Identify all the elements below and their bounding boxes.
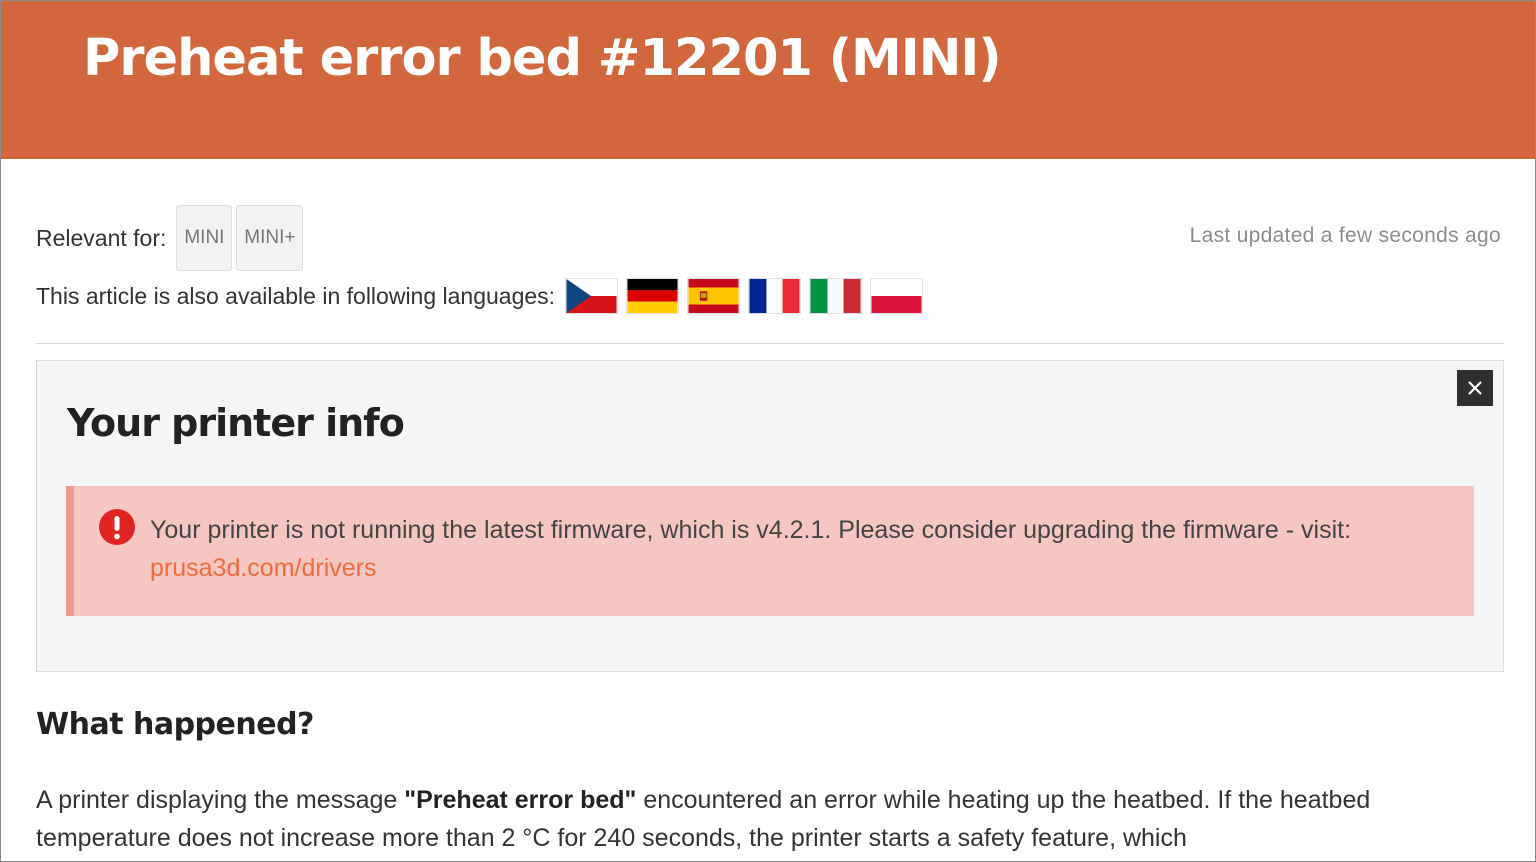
close-button[interactable] — [1457, 370, 1493, 406]
page-header: Preheat error bed #12201 (MINI) — [1, 1, 1535, 159]
it-flag-icon[interactable] — [809, 278, 863, 314]
page-frame: Preheat error bed #12201 (MINI) Relevant… — [0, 0, 1536, 862]
what-happened-heading: What happened? — [36, 707, 314, 742]
printer-info-box: Your printer info Your printer is not ru… — [36, 360, 1504, 672]
languages-row: This article is also available in follow… — [36, 277, 931, 315]
languages-label: This article is also available in follow… — [36, 282, 556, 309]
cz-flag-icon[interactable] — [565, 278, 619, 314]
page-title: Preheat error bed #12201 (MINI) — [83, 29, 1002, 88]
drivers-link[interactable]: prusa3d.com/drivers — [150, 554, 376, 582]
paragraph-bold-text: "Preheat error bed" — [404, 786, 637, 814]
firmware-alert: Your printer is not running the latest f… — [66, 486, 1474, 616]
paragraph-text-before: A printer displaying the message — [36, 786, 405, 814]
fr-flag-icon[interactable] — [748, 278, 802, 314]
close-icon — [1468, 381, 1482, 395]
exclamation-icon — [99, 509, 135, 545]
what-happened-paragraph: A printer displaying the message "Prehea… — [36, 781, 1506, 857]
alert-message: Your printer is not running the latest f… — [150, 511, 1450, 587]
relevant-for-row: Relevant for: MINI MINI+ — [36, 205, 307, 271]
de-flag-icon[interactable] — [626, 278, 680, 314]
alert-text: Your printer is not running the latest f… — [150, 516, 1352, 544]
section-divider — [36, 343, 1504, 344]
printer-info-title: Your printer info — [67, 401, 405, 445]
last-updated-text: Last updated a few seconds ago — [1189, 224, 1501, 247]
tag-mini-plus[interactable]: MINI+ — [236, 205, 304, 271]
pl-flag-icon[interactable] — [870, 278, 924, 314]
relevant-for-label: Relevant for: — [36, 224, 167, 251]
es-flag-icon[interactable] — [687, 278, 741, 314]
tag-mini[interactable]: MINI — [176, 205, 233, 271]
